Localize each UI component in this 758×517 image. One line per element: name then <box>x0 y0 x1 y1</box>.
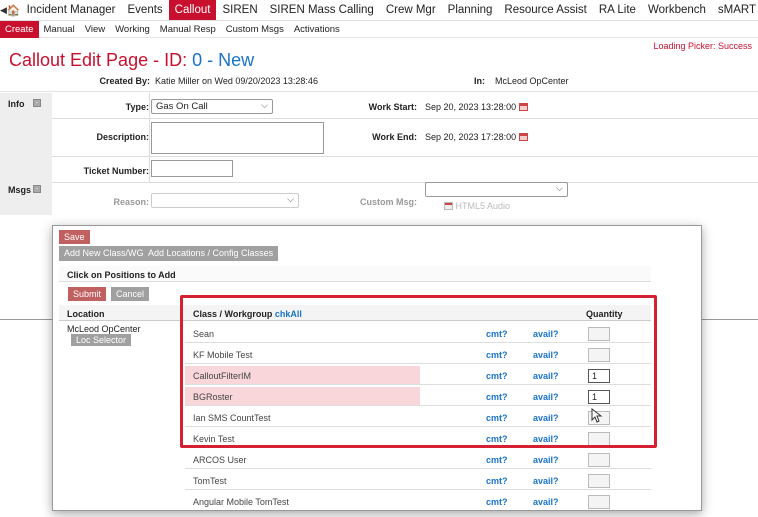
cmt-link[interactable]: cmt? <box>486 497 508 507</box>
msgs-section-label: Msgs <box>8 185 32 195</box>
cmt-link[interactable]: cmt? <box>486 455 508 465</box>
created-by-value: Katie Miller on Wed 09/20/2023 13:28:46 <box>155 76 318 86</box>
table-row[interactable]: Angular Mobile TomTest cmt? avail? <box>185 492 651 510</box>
nav-item[interactable]: Crew Mgr <box>380 0 442 20</box>
chevron-down-icon: ⌵ <box>556 183 563 193</box>
add-locations-button[interactable]: Add Locations / Config Classes <box>143 246 279 261</box>
loc-selector-button[interactable]: Loc Selector <box>71 334 132 346</box>
subnav-item[interactable]: View <box>80 21 110 38</box>
work-end-value[interactable]: Sep 20, 2023 17:28:00 <box>425 132 529 142</box>
callout-id: 0 - New <box>192 50 255 70</box>
collapse-info-icon[interactable]: - <box>33 99 41 107</box>
avail-link[interactable]: avail? <box>533 497 559 507</box>
cancel-button[interactable]: Cancel <box>111 287 150 301</box>
location-header: Location <box>67 309 105 319</box>
page-title: Callout Edit Page - ID: 0 - New <box>9 50 255 70</box>
calendar-icon[interactable] <box>519 103 529 111</box>
custom-msg-select[interactable]: ⌵ <box>425 182 568 197</box>
nav-item[interactable]: Planning <box>442 0 499 20</box>
subnav-item[interactable]: Manual Resp <box>155 21 221 38</box>
html5-audio[interactable]: HTML5 Audio <box>441 201 510 211</box>
avail-link[interactable]: avail? <box>533 455 559 465</box>
work-start-value[interactable]: Sep 20, 2023 13:28:00 <box>425 102 529 112</box>
submit-button[interactable]: Submit <box>68 287 107 301</box>
loading-status: Loading Picker: Success <box>653 41 752 51</box>
quantity-input[interactable] <box>588 474 610 488</box>
top-nav: ◀ 🏠 Incident Manager Events Callout SIREN SI… <box>0 0 758 21</box>
in-value: McLeod OpCenter <box>495 76 569 86</box>
nav-item[interactable]: RA Lite <box>593 0 642 20</box>
nav-item[interactable]: Callout <box>168 0 217 20</box>
nav-item[interactable]: Resource Assist <box>498 0 592 20</box>
nav-item[interactable]: Workbench <box>642 0 712 20</box>
quantity-input[interactable] <box>588 495 610 509</box>
description-textarea[interactable] <box>151 122 324 154</box>
nav-item[interactable]: SIREN Mass Calling <box>264 0 380 20</box>
label-divider <box>149 93 150 183</box>
custom-msg-label: Custom Msg: <box>360 197 417 207</box>
subnav-item[interactable]: Working <box>110 21 155 38</box>
subnav-item[interactable]: Create <box>0 20 39 38</box>
home-icon[interactable]: 🏠 <box>7 4 21 17</box>
cmt-link[interactable]: cmt? <box>486 476 508 486</box>
table-row[interactable]: TomTest cmt? avail? <box>185 471 651 490</box>
in-label: In: <box>474 76 485 86</box>
table-row[interactable]: ARCOS User cmt? avail? <box>185 450 651 469</box>
ticket-number-input[interactable] <box>151 160 233 177</box>
click-positions-header: Click on Positions to Add <box>67 270 176 280</box>
created-by-row: Created By: Katie Miller on Wed 09/20/20… <box>0 70 758 92</box>
subnav-item[interactable]: Activations <box>289 21 345 38</box>
class-name: Angular Mobile TomTest <box>193 497 289 507</box>
type-label: Type: <box>125 102 149 112</box>
highlight-callout-box <box>180 295 657 448</box>
chevron-down-icon: ⌵ <box>287 194 294 204</box>
chevron-down-icon: ⌵ <box>261 100 268 110</box>
class-name: TomTest <box>193 476 227 486</box>
location-value: McLeod OpCenter <box>67 324 141 334</box>
save-button[interactable]: Save <box>59 230 90 244</box>
subnav-item[interactable]: Custom Msgs <box>221 21 289 38</box>
add-class-button[interactable]: Add New Class/WG <box>59 246 149 261</box>
nav-item[interactable]: SIREN <box>216 0 263 20</box>
work-end-label: Work End: <box>372 132 417 142</box>
description-label: Description: <box>96 132 149 142</box>
nav-item[interactable]: Incident Manager <box>21 0 122 20</box>
subnav-item[interactable]: Manual <box>39 21 80 38</box>
class-name: ARCOS User <box>193 455 247 465</box>
nav-item[interactable]: Events <box>122 0 169 20</box>
work-start-label: Work Start: <box>368 102 417 112</box>
calendar-icon[interactable] <box>519 133 529 141</box>
type-select[interactable]: Gas On Call ⌵ <box>151 99 273 114</box>
collapse-msgs-icon[interactable]: - <box>33 185 41 193</box>
sub-nav: Create Manual View Working Manual Resp Custom… <box>0 20 758 38</box>
avail-link[interactable]: avail? <box>533 476 559 486</box>
reason-select[interactable]: ⌵ <box>151 193 299 208</box>
nav-scroll-left-icon[interactable]: ◀ <box>0 5 7 16</box>
audio-icon <box>444 202 453 210</box>
mouse-cursor-icon <box>591 408 603 423</box>
quantity-input[interactable] <box>588 453 610 467</box>
nav-item[interactable]: sMART <box>712 0 758 20</box>
ticket-number-label: Ticket Number: <box>83 166 149 176</box>
info-section-label: Info <box>8 99 25 109</box>
created-by-label: Created By: <box>99 76 150 86</box>
reason-label: Reason: <box>113 197 149 207</box>
